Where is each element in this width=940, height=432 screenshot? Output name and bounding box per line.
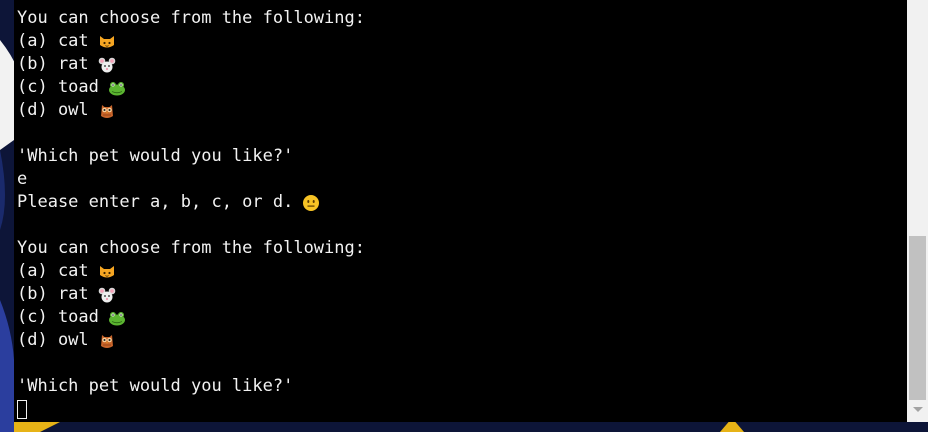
terminal-line-text: (d) owl: [17, 330, 89, 350]
terminal-line: Please enter a, b, c, or d.: [17, 191, 365, 214]
terminal-lines: You can choose from the following: (a) ca…: [17, 7, 365, 421]
scrollbar-thumb[interactable]: [909, 236, 926, 400]
terminal-line-text: You can choose from the following:: [17, 238, 365, 258]
terminal-line: (c) toad: [17, 306, 365, 329]
terminal-line-text: (a) cat: [17, 31, 89, 51]
scroll-down-arrow-icon[interactable]: [913, 407, 923, 412]
terminal-line: (d) owl: [17, 99, 365, 122]
terminal-line-text: e: [17, 169, 28, 189]
page-right-margin: [928, 0, 940, 432]
page: You can choose from the following: (a) ca…: [0, 0, 940, 432]
terminal-output[interactable]: You can choose from the following: (a) ca…: [14, 0, 907, 422]
terminal-line-text: (c) toad: [17, 307, 99, 327]
mouse-face-icon: [98, 287, 115, 302]
terminal-line: You can choose from the following:: [17, 7, 365, 30]
terminal-line: (b) rat: [17, 283, 365, 306]
owl-icon: [100, 334, 113, 348]
terminal-line-text: (d) owl: [17, 100, 89, 120]
text-cursor: [17, 400, 27, 419]
mouse-face-icon: [98, 57, 115, 72]
terminal-line: (a) cat: [17, 30, 365, 53]
terminal-line-text: You can choose from the following:: [17, 8, 365, 28]
terminal-input-line[interactable]: [17, 398, 365, 421]
terminal-line-text: (b) rat: [17, 54, 89, 74]
terminal-line: (a) cat: [17, 260, 365, 283]
owl-icon: [100, 104, 113, 118]
terminal-line-text: Please enter a, b, c, or d.: [17, 192, 294, 212]
terminal-line: e: [17, 168, 365, 191]
terminal-line-text: 'Which pet would you like?': [17, 146, 294, 166]
terminal-line-text: 'Which pet would you like?': [17, 376, 294, 396]
frog-face-icon: [108, 81, 125, 95]
frog-face-icon: [108, 311, 125, 325]
cat-face-icon: [99, 265, 114, 277]
terminal-line: (d) owl: [17, 329, 365, 352]
terminal-line-text: (b) rat: [17, 284, 89, 304]
terminal-line: (c) toad: [17, 76, 365, 99]
terminal-line: You can choose from the following:: [17, 237, 365, 260]
terminal-line-text: (c) toad: [17, 77, 99, 97]
terminal-line-text: (a) cat: [17, 261, 89, 281]
terminal-line: 'Which pet would you like?': [17, 375, 365, 398]
terminal-line: 'Which pet would you like?': [17, 145, 365, 168]
cat-face-icon: [99, 35, 114, 47]
neutral-face-icon: [303, 194, 320, 211]
terminal-line: (b) rat: [17, 53, 365, 76]
vertical-scrollbar[interactable]: [907, 0, 928, 422]
